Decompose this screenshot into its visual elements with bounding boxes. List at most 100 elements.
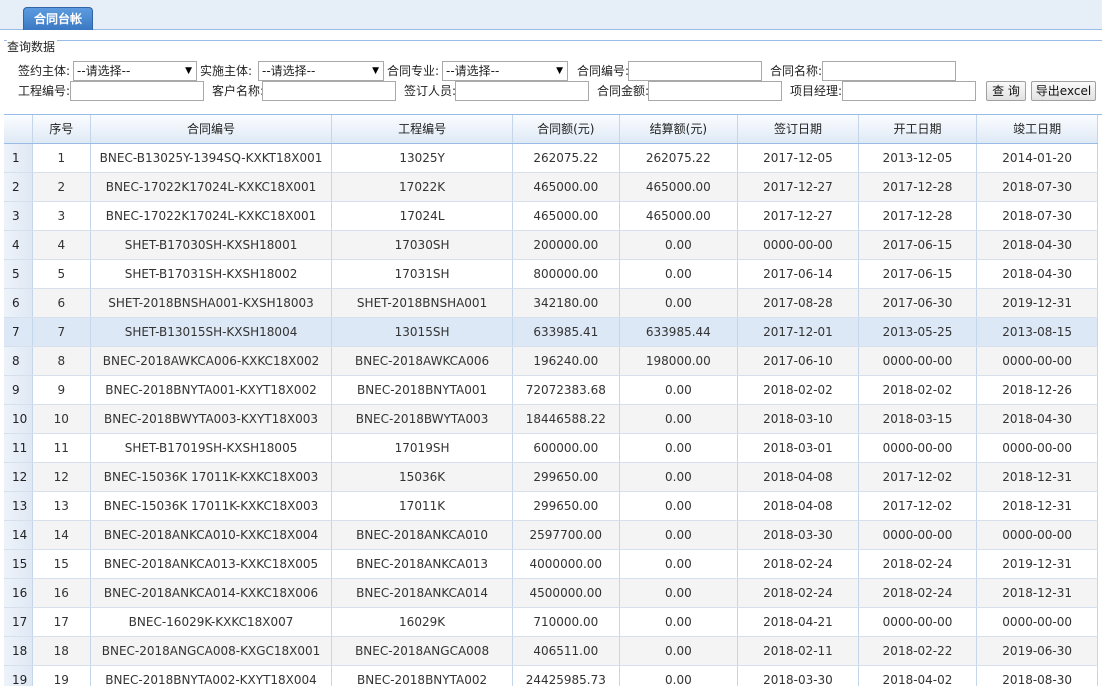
end-date-cell: 0000-00-00 <box>976 520 1098 550</box>
row-number: 13 <box>4 491 33 521</box>
table-row[interactable]: 18 18 BNEC-2018ANGCA008-KXGC18X001 BNEC-201… <box>4 636 1098 666</box>
contract-no-cell: BNEC-2018BNYTA001-KXYT18X002 <box>90 375 333 405</box>
project-no-header[interactable]: 工程编号 <box>331 115 514 144</box>
amount-cell: 72072383.68 <box>512 375 620 405</box>
project-no-cell: BNEC-2018ANKCA013 <box>331 549 514 579</box>
amount-cell: 633985.41 <box>512 317 620 347</box>
row-number: 3 <box>4 201 33 231</box>
seq-cell: 15 <box>32 549 91 579</box>
start-date-cell: 0000-00-00 <box>858 433 978 463</box>
table-row[interactable]: 5 5 SHET-B17031SH-KXSH18002 17031SH 800000.0… <box>4 259 1098 289</box>
table-row[interactable]: 1 1 BNEC-B13025Y-1394SQ-KXKT18X001 13025Y 26… <box>4 143 1098 173</box>
project-no-cell: 17011K <box>331 491 514 521</box>
signer-label: 签订人员: <box>404 84 457 98</box>
table-row[interactable]: 3 3 BNEC-17022K17024L-KXKC18X001 17024L 4650… <box>4 201 1098 231</box>
settled-cell: 0.00 <box>619 549 739 579</box>
impl-subject-selected: --请选择-- <box>262 64 316 78</box>
table-row[interactable]: 11 11 SHET-B17019SH-KXSH18005 17019SH 600000… <box>4 433 1098 463</box>
end-date-header[interactable]: 竣工日期 <box>976 115 1098 144</box>
table-row[interactable]: 6 6 SHET-2018BNSHA001-KXSH18003 SHET-2018BN… <box>4 288 1098 318</box>
sign-date-cell: 2018-02-11 <box>737 636 859 666</box>
project-no-input[interactable] <box>70 81 204 101</box>
project-no-label: 工程编号: <box>18 84 71 98</box>
end-date-cell: 2013-08-15 <box>976 317 1098 347</box>
sign-date-cell: 2018-04-21 <box>737 607 859 637</box>
row-number: 15 <box>4 549 33 579</box>
export-excel-button[interactable]: 导出excel <box>1031 81 1096 101</box>
project-no-cell: BNEC-2018BNYTA002 <box>331 665 514 686</box>
table-row[interactable]: 8 8 BNEC-2018AWKCA006-KXKC18X002 BNEC-2018A… <box>4 346 1098 376</box>
contract-no-cell: SHET-B17030SH-KXSH18001 <box>90 230 333 260</box>
sign-date-cell: 2018-02-02 <box>737 375 859 405</box>
table-row[interactable]: 19 19 BNEC-2018BNYTA002-KXYT18X004 BNEC-201… <box>4 665 1098 686</box>
project-no-cell: 17019SH <box>331 433 514 463</box>
seq-header[interactable]: 序号 <box>32 115 91 144</box>
sign-date-cell: 2018-03-30 <box>737 665 859 686</box>
start-date-cell: 2017-06-15 <box>858 230 978 260</box>
start-date-header[interactable]: 开工日期 <box>858 115 978 144</box>
table-row[interactable]: 15 15 BNEC-2018ANKCA013-KXKC18X005 BNEC-201… <box>4 549 1098 579</box>
sign-subject-label: 签约主体: <box>18 64 71 78</box>
end-date-cell: 2018-12-31 <box>976 491 1098 521</box>
project-no-cell: SHET-2018BNSHA001 <box>331 288 514 318</box>
contract-table: 序号 合同编号 工程编号 合同额(元) 结算额(元) 签订日期 开工日期 竣工日期 1 1 BNE… <box>4 115 1098 686</box>
amount-cell: 406511.00 <box>512 636 620 666</box>
start-date-cell: 2017-12-28 <box>858 172 978 202</box>
contract-major-select[interactable]: --请选择-- ▼ <box>442 61 568 81</box>
seq-cell: 2 <box>32 172 91 202</box>
table-row[interactable]: 4 4 SHET-B17030SH-KXSH18001 17030SH 200000.0… <box>4 230 1098 260</box>
row-number: 11 <box>4 433 33 463</box>
contract-amount-input[interactable] <box>648 81 782 101</box>
settled-cell: 198000.00 <box>619 346 739 376</box>
amount-header[interactable]: 合同额(元) <box>512 115 620 144</box>
contract-no-input[interactable] <box>628 61 762 81</box>
contract-ledger-grid: 序号 合同编号 工程编号 合同额(元) 结算额(元) 签订日期 开工日期 竣工日期 1 1 BNE… <box>4 114 1102 686</box>
table-row[interactable]: 13 13 BNEC-15036K 17011K-KXKC18X003 17011K 2… <box>4 491 1098 521</box>
sign-date-cell: 2018-03-01 <box>737 433 859 463</box>
row-number: 14 <box>4 520 33 550</box>
row-number: 16 <box>4 578 33 608</box>
contract-no-cell: BNEC-2018AWKCA006-KXKC18X002 <box>90 346 333 376</box>
start-date-cell: 2018-02-24 <box>858 549 978 579</box>
project-no-cell: BNEC-2018BWYTA003 <box>331 404 514 434</box>
table-row[interactable]: 7 7 SHET-B13015SH-KXSH18004 13015SH 633985.4… <box>4 317 1098 347</box>
contract-no-cell: BNEC-B13025Y-1394SQ-KXKT18X001 <box>90 143 333 173</box>
rownum-header[interactable] <box>4 115 33 144</box>
amount-cell: 4500000.00 <box>512 578 620 608</box>
start-date-cell: 2017-12-28 <box>858 201 978 231</box>
row-number: 10 <box>4 404 33 434</box>
query-panel-title: 查询数据 <box>7 38 58 55</box>
table-row[interactable]: 14 14 BNEC-2018ANKCA010-KXKC18X004 BNEC-201… <box>4 520 1098 550</box>
table-header-row: 序号 合同编号 工程编号 合同额(元) 结算额(元) 签订日期 开工日期 竣工日期 <box>4 115 1098 144</box>
start-date-cell: 2018-02-24 <box>858 578 978 608</box>
table-row[interactable]: 9 9 BNEC-2018BNYTA001-KXYT18X002 BNEC-2018B… <box>4 375 1098 405</box>
contract-major-selected: --请选择-- <box>446 64 500 78</box>
contract-no-cell: SHET-B13015SH-KXSH18004 <box>90 317 333 347</box>
settled-header[interactable]: 结算额(元) <box>619 115 739 144</box>
table-row[interactable]: 12 12 BNEC-15036K 17011K-KXKC18X003 15036K 2… <box>4 462 1098 492</box>
sign-date-header[interactable]: 签订日期 <box>737 115 859 144</box>
seq-cell: 8 <box>32 346 91 376</box>
tab-contract-ledger[interactable]: 合同台帐 <box>23 7 93 30</box>
contract-no-header[interactable]: 合同编号 <box>90 115 333 144</box>
contract-amount-label: 合同金额: <box>597 84 650 98</box>
table-row[interactable]: 10 10 BNEC-2018BWYTA003-KXYT18X003 BNEC-201… <box>4 404 1098 434</box>
search-button[interactable]: 查 询 <box>986 81 1026 101</box>
start-date-cell: 2017-12-02 <box>858 462 978 492</box>
start-date-cell: 0000-00-00 <box>858 607 978 637</box>
impl-subject-select[interactable]: --请选择-- ▼ <box>258 61 384 81</box>
sign-subject-select[interactable]: --请选择-- ▼ <box>73 61 197 81</box>
chevron-down-icon: ▼ <box>372 66 379 76</box>
signer-input[interactable] <box>455 81 589 101</box>
contract-no-cell: SHET-B17019SH-KXSH18005 <box>90 433 333 463</box>
row-number: 19 <box>4 665 33 686</box>
table-row[interactable]: 2 2 BNEC-17022K17024L-KXKC18X001 17022K 4650… <box>4 172 1098 202</box>
table-row[interactable]: 17 17 BNEC-16029K-KXKC18X007 16029K 710000.0… <box>4 607 1098 637</box>
amount-cell: 600000.00 <box>512 433 620 463</box>
project-manager-input[interactable] <box>842 81 976 101</box>
contract-name-input[interactable] <box>822 61 956 81</box>
seq-cell: 19 <box>32 665 91 686</box>
amount-cell: 200000.00 <box>512 230 620 260</box>
table-row[interactable]: 16 16 BNEC-2018ANKCA014-KXKC18X006 BNEC-201… <box>4 578 1098 608</box>
customer-name-input[interactable] <box>262 81 396 101</box>
